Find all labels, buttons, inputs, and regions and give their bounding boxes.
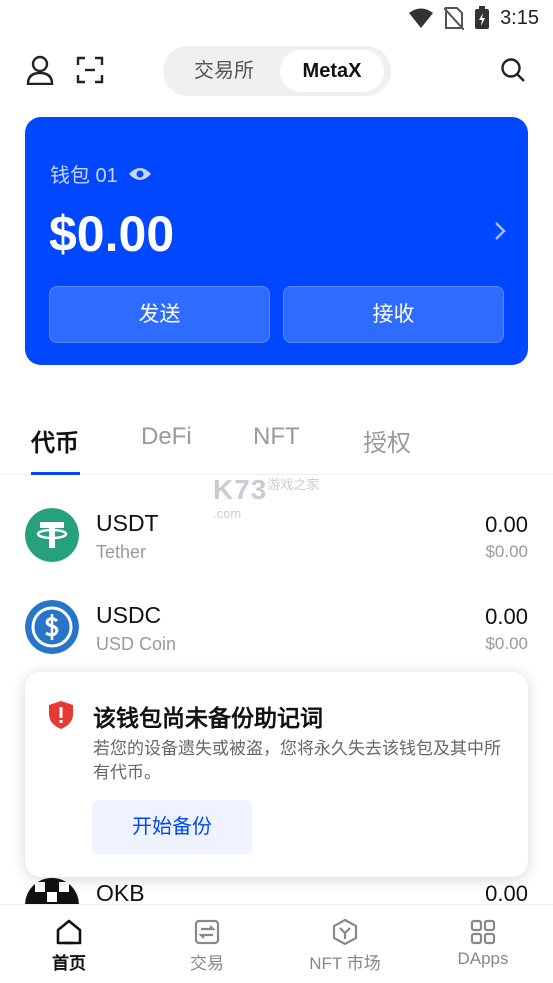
segment-metax[interactable]: MetaX — [280, 50, 384, 92]
status-time: 3:15 — [500, 6, 539, 29]
token-symbol: USDC — [96, 602, 162, 628]
start-backup-button[interactable]: 开始备份 — [92, 800, 252, 854]
top-bar: 交易所 MetaX — [0, 44, 553, 100]
wallet-name: 钱包 01 — [50, 165, 118, 187]
nft-market-icon — [332, 918, 358, 946]
token-row-usdt[interactable]: USDT Tether 0.00 $0.00 — [0, 508, 553, 588]
battery-icon — [475, 6, 490, 29]
backup-warning-popup: 该钱包尚未备份助记词 若您的设备遗失或被盗，您将永久失去该钱包及其中所有代币。 … — [25, 672, 528, 877]
token-amount: 0.00 — [485, 512, 528, 537]
user-icon — [26, 55, 54, 85]
dapps-icon — [470, 919, 496, 945]
profile-button[interactable] — [24, 54, 56, 86]
tab-tokens[interactable]: 代币 — [31, 423, 79, 458]
scan-icon — [76, 56, 104, 84]
nav-label: NFT 市场 — [309, 954, 381, 973]
home-icon — [56, 919, 82, 945]
wallet-balance: $0.00 — [49, 206, 175, 262]
tab-defi[interactable]: DeFi — [141, 423, 192, 451]
nav-label: DApps — [457, 949, 509, 968]
wallet-card[interactable]: 钱包 01 $0.00 发送 接收 — [25, 117, 528, 365]
popup-title: 该钱包尚未备份助记词 — [93, 705, 323, 731]
nav-label: 首页 — [52, 954, 86, 973]
token-amount: 0.00 — [485, 881, 528, 904]
receive-button[interactable]: 接收 — [283, 286, 504, 343]
no-sim-icon — [444, 7, 465, 30]
watermark-sub: 游戏之家 — [267, 477, 320, 492]
warning-shield-icon — [49, 701, 73, 729]
segment-exchange[interactable]: 交易所 — [169, 50, 279, 92]
wallet-name-row: 钱包 01 — [50, 159, 152, 188]
watermark-main: K73 — [213, 474, 268, 505]
usdt-logo — [25, 508, 79, 562]
wifi-icon — [409, 8, 434, 28]
nav-trade[interactable]: 交易 — [147, 917, 267, 974]
bottom-nav: 首页 交易 NFT 市场 DApps — [0, 904, 553, 983]
status-bar: 3:15 — [0, 0, 553, 38]
scan-button[interactable] — [74, 54, 106, 86]
tab-approvals[interactable]: 授权 — [363, 423, 411, 458]
nav-nft-market[interactable]: NFT 市场 — [285, 917, 405, 974]
active-tab-indicator — [31, 472, 80, 475]
token-row-usdc[interactable]: USDC USD Coin 0.00 $0.00 — [0, 600, 553, 680]
token-usd-value: $0.00 — [485, 634, 528, 653]
token-symbol: USDT — [96, 510, 159, 536]
search-button[interactable] — [497, 54, 529, 86]
mode-switch: 交易所 MetaX — [163, 46, 391, 96]
token-row-okb[interactable]: OKB 0.00 — [0, 878, 553, 904]
search-icon — [501, 58, 525, 82]
swap-icon — [194, 919, 220, 945]
token-name: Tether — [96, 542, 147, 562]
eye-icon[interactable] — [128, 166, 152, 182]
token-usd-value: $0.00 — [485, 542, 528, 561]
okb-logo — [25, 878, 79, 904]
token-name: USD Coin — [96, 634, 177, 654]
send-button[interactable]: 发送 — [49, 286, 270, 343]
nav-dapps[interactable]: DApps — [423, 917, 543, 969]
nav-home[interactable]: 首页 — [9, 917, 129, 974]
usdc-logo — [25, 600, 79, 654]
token-amount: 0.00 — [485, 604, 528, 629]
popup-body: 若您的设备遗失或被盗，您将永久失去该钱包及其中所有代币。 — [93, 739, 501, 782]
token-symbol: OKB — [96, 880, 145, 904]
chevron-right-icon[interactable] — [494, 221, 506, 241]
nav-label: 交易 — [190, 954, 224, 973]
asset-tabs: 代币 DeFi NFT 授权 — [0, 405, 553, 475]
tab-nft[interactable]: NFT — [253, 423, 300, 451]
